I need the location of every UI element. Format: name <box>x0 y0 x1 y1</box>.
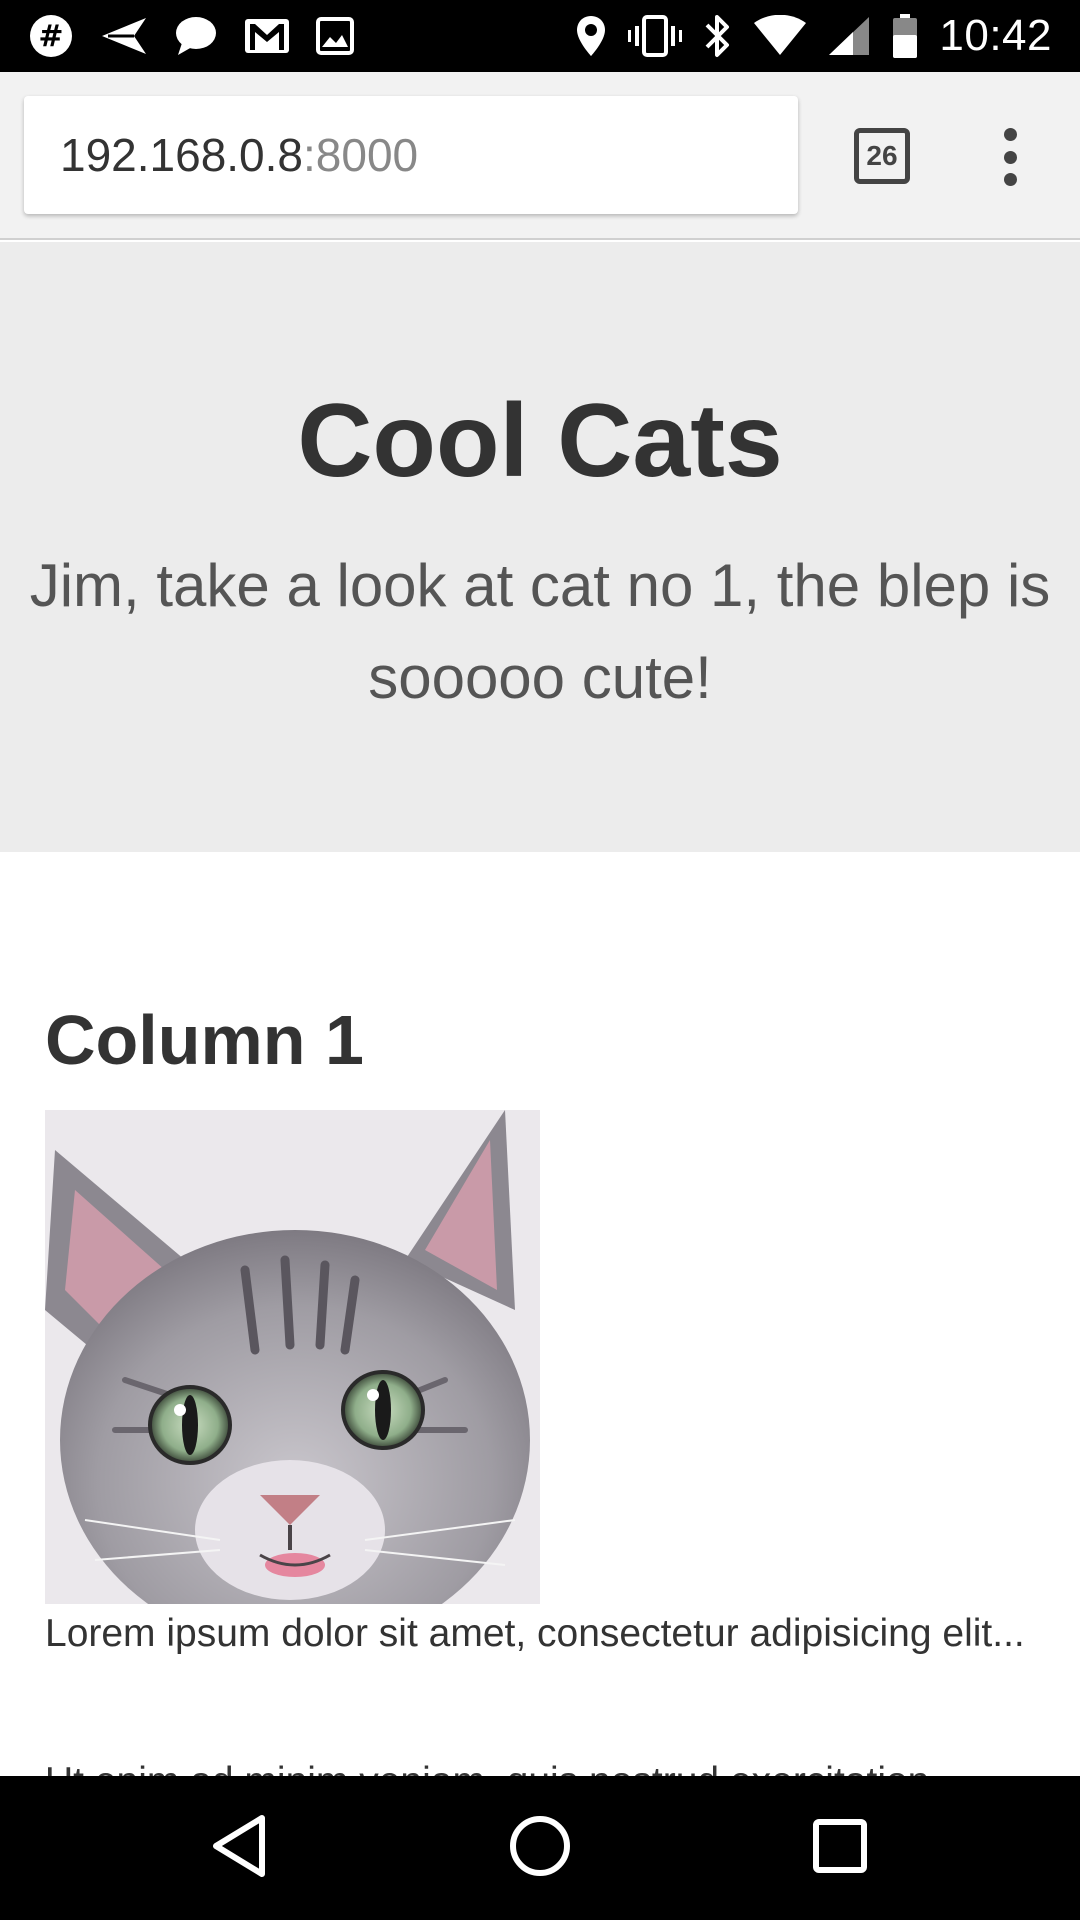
recents-button[interactable] <box>760 1776 920 1920</box>
home-button[interactable] <box>460 1776 620 1920</box>
recents-icon <box>812 1818 868 1879</box>
vibrate-icon <box>627 12 683 60</box>
page-title: Cool Cats <box>297 383 783 499</box>
url-port: :8000 <box>303 129 419 181</box>
chat-notification-icon <box>174 12 218 60</box>
back-icon <box>210 1814 270 1883</box>
cat-photo <box>45 1110 540 1604</box>
navigation-bar <box>0 1776 1080 1920</box>
send-notification-icon <box>100 12 148 60</box>
menu-dot <box>1003 173 1017 186</box>
notification-icons: # <box>28 0 354 72</box>
tab-count: 26 <box>866 140 898 171</box>
hashtag-notification-icon: # <box>28 12 74 60</box>
status-bar: # 10:42 <box>0 0 1080 72</box>
back-button[interactable] <box>160 1776 320 1920</box>
address-bar[interactable]: 192.168.0.8:8000 <box>24 96 798 214</box>
system-status-icons: 10:42 <box>575 0 1052 72</box>
home-icon <box>508 1814 572 1883</box>
screen: # 10:42 192.168.0.8:8000 26 Cool Cats J… <box>0 0 1080 1920</box>
battery-icon <box>891 12 919 60</box>
column-heading: Column 1 <box>45 1001 364 1079</box>
jumbotron: Cool Cats Jim, take a look at cat no 1, … <box>0 242 1080 852</box>
wifi-icon <box>753 12 807 60</box>
svg-text:#: # <box>38 19 63 54</box>
image-notification-icon <box>316 12 354 60</box>
cell-signal-icon <box>827 12 871 60</box>
menu-dot <box>1003 128 1017 141</box>
url-host: 192.168.0.8 <box>60 129 304 181</box>
overflow-menu-button[interactable] <box>990 122 1030 192</box>
tab-switcher-button[interactable]: 26 <box>854 128 910 184</box>
browser-toolbar: 192.168.0.8:8000 26 <box>0 72 1080 240</box>
bluetooth-icon <box>703 12 733 60</box>
gmail-notification-icon <box>244 12 290 60</box>
menu-dot <box>1003 150 1017 164</box>
location-icon <box>575 12 607 60</box>
page-subtitle: Jim, take a look at cat no 1, the blep i… <box>29 552 1051 711</box>
column-text: Lorem ipsum dolor sit amet, consectetur … <box>45 1612 1025 1655</box>
clock: 10:42 <box>939 11 1052 60</box>
